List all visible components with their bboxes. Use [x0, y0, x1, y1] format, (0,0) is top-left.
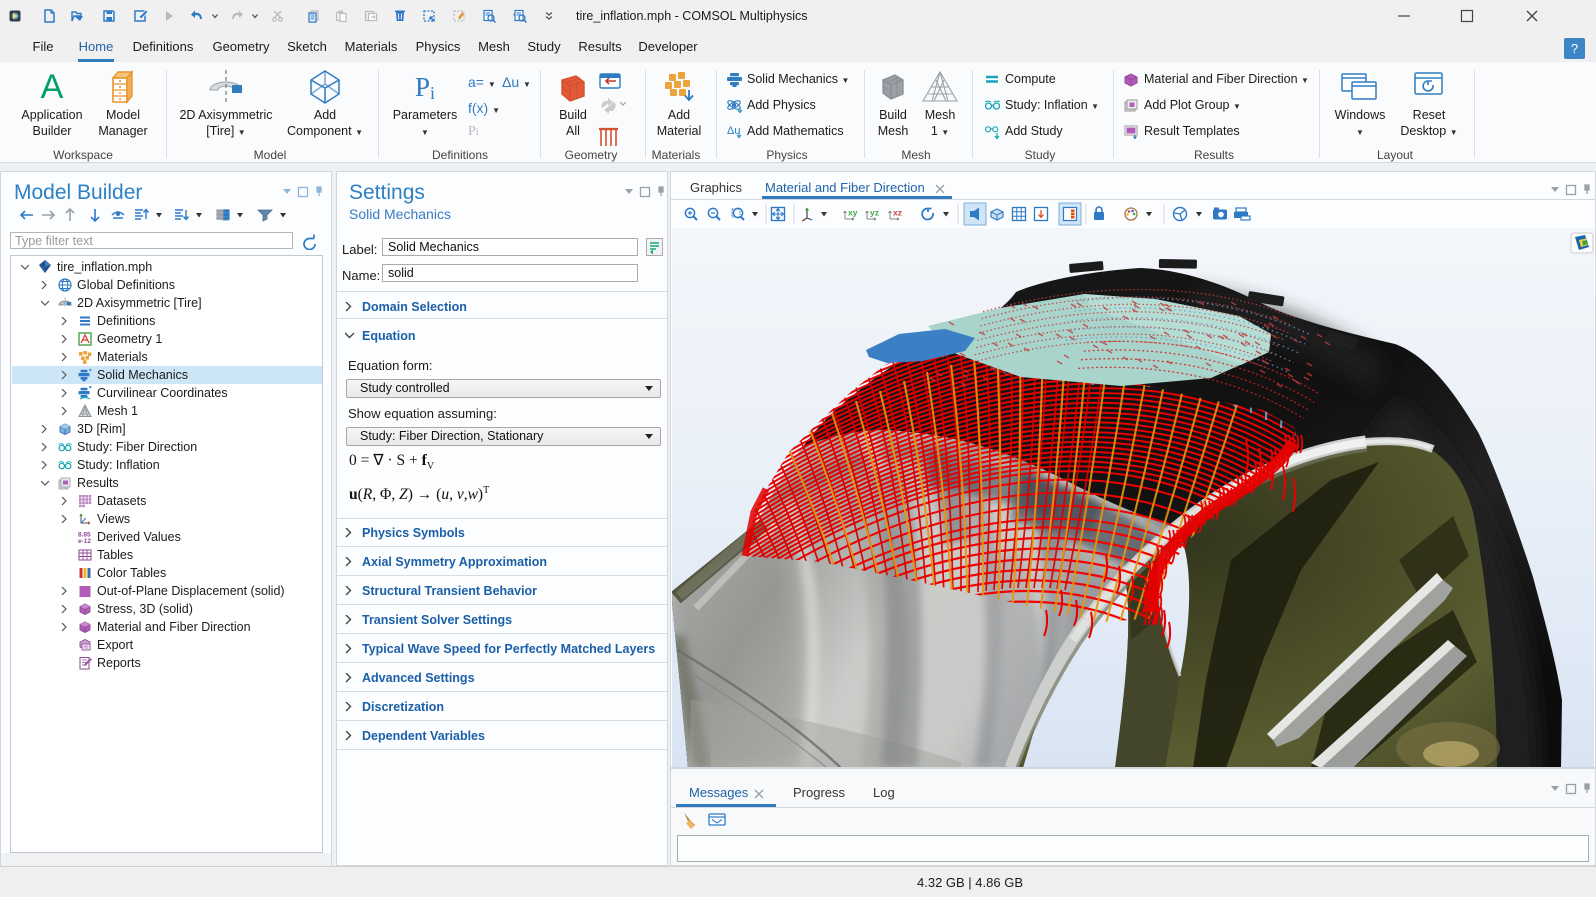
- svg-text:yz: yz: [870, 208, 879, 218]
- svg-text:Pi: Pi: [415, 72, 435, 103]
- svg-text:xy: xy: [848, 208, 858, 218]
- svg-text:xz: xz: [893, 208, 902, 218]
- svg-text:e-12: e-12: [78, 538, 91, 545]
- svg-text:A: A: [41, 68, 64, 106]
